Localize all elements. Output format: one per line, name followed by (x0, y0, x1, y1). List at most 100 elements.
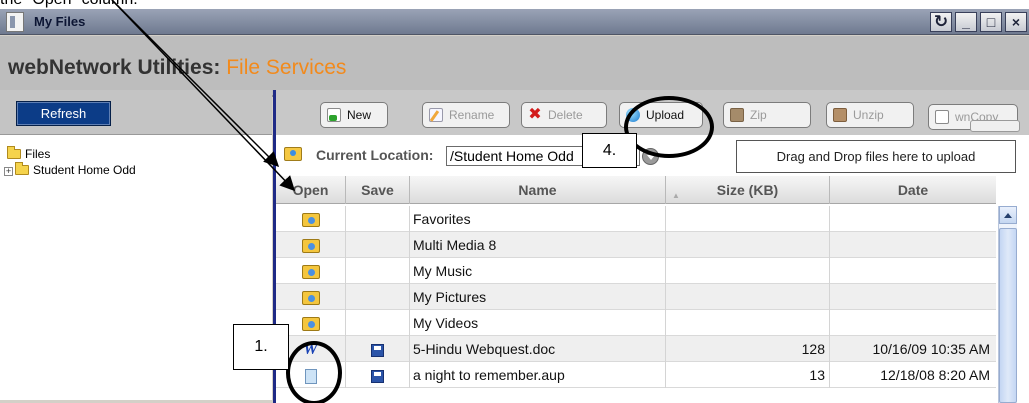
file-rows: Favorites Multi Media 8 My Music My Pict… (276, 206, 996, 388)
save-disk-icon[interactable] (371, 369, 384, 383)
tree-item-label: Files (25, 147, 51, 161)
delete-button[interactable]: ✖ Delete (521, 102, 607, 128)
save-cell[interactable] (346, 362, 410, 388)
refresh-button[interactable]: Refresh (16, 101, 111, 126)
open-cell[interactable] (276, 206, 346, 232)
file-name[interactable]: My Pictures (410, 284, 666, 310)
file-name[interactable]: a night to remember.aup (410, 362, 666, 388)
file-size (666, 284, 830, 310)
file-date (830, 284, 996, 310)
file-size (666, 206, 830, 232)
table-row[interactable]: Favorites (276, 206, 996, 232)
scroll-up-icon[interactable] (999, 206, 1017, 224)
scroll-thumb[interactable] (999, 228, 1017, 403)
column-header-date[interactable]: Date (830, 176, 996, 204)
title-bar: My Files ↻ _ □ × (0, 9, 1029, 35)
table-row[interactable]: Multi Media 8 (276, 232, 996, 258)
rename-icon (429, 108, 443, 122)
drag-drop-upload-area[interactable]: Drag and Drop files here to upload (736, 140, 1016, 173)
save-disk-icon[interactable] (371, 343, 384, 357)
unzip-icon (833, 108, 847, 122)
tree-toolbar: Refresh (0, 90, 272, 135)
save-cell (346, 206, 410, 232)
folder-open-icon[interactable] (301, 291, 320, 306)
location-folder-icon (284, 147, 302, 161)
window-close-button[interactable]: × (1005, 12, 1027, 32)
file-date: 10/16/09 10:35 AM (872, 341, 990, 357)
column-header-open[interactable]: Open (276, 176, 346, 204)
file-name[interactable]: Multi Media 8 (410, 232, 666, 258)
file-size: 13 (666, 362, 830, 388)
tree-item-student-home-odd[interactable]: + Student Home Odd (4, 162, 136, 177)
new-icon (327, 108, 341, 122)
open-cell[interactable] (276, 284, 346, 310)
tree-item-files[interactable]: Files (7, 146, 51, 161)
file-name[interactable]: My Videos (410, 310, 666, 336)
app-title-section: File Services (226, 56, 347, 79)
annotation-step-1: 1. (233, 324, 289, 370)
annotation-step-4: 4. (582, 133, 637, 168)
column-header-name-label: Name (518, 182, 557, 198)
zip-button[interactable]: Zip (723, 102, 811, 128)
expand-icon[interactable]: + (4, 167, 13, 176)
annotation-circle-open-icon (286, 341, 342, 403)
file-date (830, 206, 996, 232)
unzip-label: Unzip (853, 108, 884, 122)
current-location-label: Current Location: (316, 147, 434, 163)
table-row[interactable]: W 5-Hindu Webquest.doc 128 10/16/09 10:3… (276, 336, 996, 362)
app-title-main: webNetwork Utilities: (8, 56, 221, 79)
annotation-circle-upload (624, 96, 714, 158)
folder-open-icon[interactable] (301, 239, 320, 254)
unzip-button[interactable]: Unzip (826, 102, 914, 128)
table-row[interactable]: My Music (276, 258, 996, 284)
folder-open-icon[interactable] (301, 265, 320, 280)
folder-open-icon[interactable] (301, 213, 320, 228)
app-title: webNetwork Utilities: File Services (8, 56, 346, 80)
wncopy-icon (935, 110, 949, 124)
tree-item-label: Student Home Odd (33, 163, 136, 177)
top-caption: the "Open" column. (0, 0, 138, 9)
column-header-size[interactable]: Size (KB) (666, 176, 830, 204)
window-title: My Files (34, 14, 86, 29)
toolbar-overflow-button[interactable] (970, 120, 1020, 132)
table-row[interactable]: My Pictures (276, 284, 996, 310)
app-header: webNetwork Utilities: File Services (0, 36, 1029, 97)
table-row[interactable]: My Videos (276, 310, 996, 336)
window-refresh-button[interactable]: ↻ (930, 12, 952, 32)
file-name[interactable]: 5-Hindu Webquest.doc (410, 336, 666, 362)
folder-icon (7, 146, 21, 159)
new-button[interactable]: New (320, 102, 388, 128)
rename-button[interactable]: Rename (422, 102, 510, 128)
file-size (666, 232, 830, 258)
column-header-name[interactable]: Name ▲ (410, 176, 680, 204)
save-cell (346, 232, 410, 258)
save-cell[interactable] (346, 336, 410, 362)
rename-label: Rename (449, 108, 495, 122)
folder-icon (15, 162, 29, 175)
open-cell[interactable] (276, 232, 346, 258)
table-row[interactable]: a night to remember.aup 13 12/18/08 8:20… (276, 362, 996, 388)
file-date (830, 258, 996, 284)
file-size (666, 258, 830, 284)
file-size: 128 (666, 336, 830, 362)
file-name[interactable]: Favorites (410, 206, 666, 232)
file-date (830, 310, 996, 336)
delete-x-icon: ✖ (528, 106, 542, 123)
folder-tree-panel: Refresh Files + Student Home Odd (0, 90, 272, 400)
save-cell (346, 258, 410, 284)
file-size (666, 310, 830, 336)
file-name[interactable]: My Music (410, 258, 666, 284)
new-label: New (347, 108, 372, 122)
zip-label: Zip (750, 108, 767, 122)
window-minimize-button[interactable]: _ (955, 12, 977, 32)
open-cell[interactable] (276, 258, 346, 284)
folder-open-icon[interactable] (301, 317, 320, 332)
save-cell (346, 284, 410, 310)
delete-label: Delete (548, 108, 583, 122)
file-date (830, 232, 996, 258)
column-header-save[interactable]: Save (346, 176, 410, 204)
zip-icon (730, 108, 744, 122)
save-cell (346, 310, 410, 336)
vertical-scrollbar[interactable] (998, 206, 1017, 403)
window-maximize-button[interactable]: □ (980, 12, 1002, 32)
